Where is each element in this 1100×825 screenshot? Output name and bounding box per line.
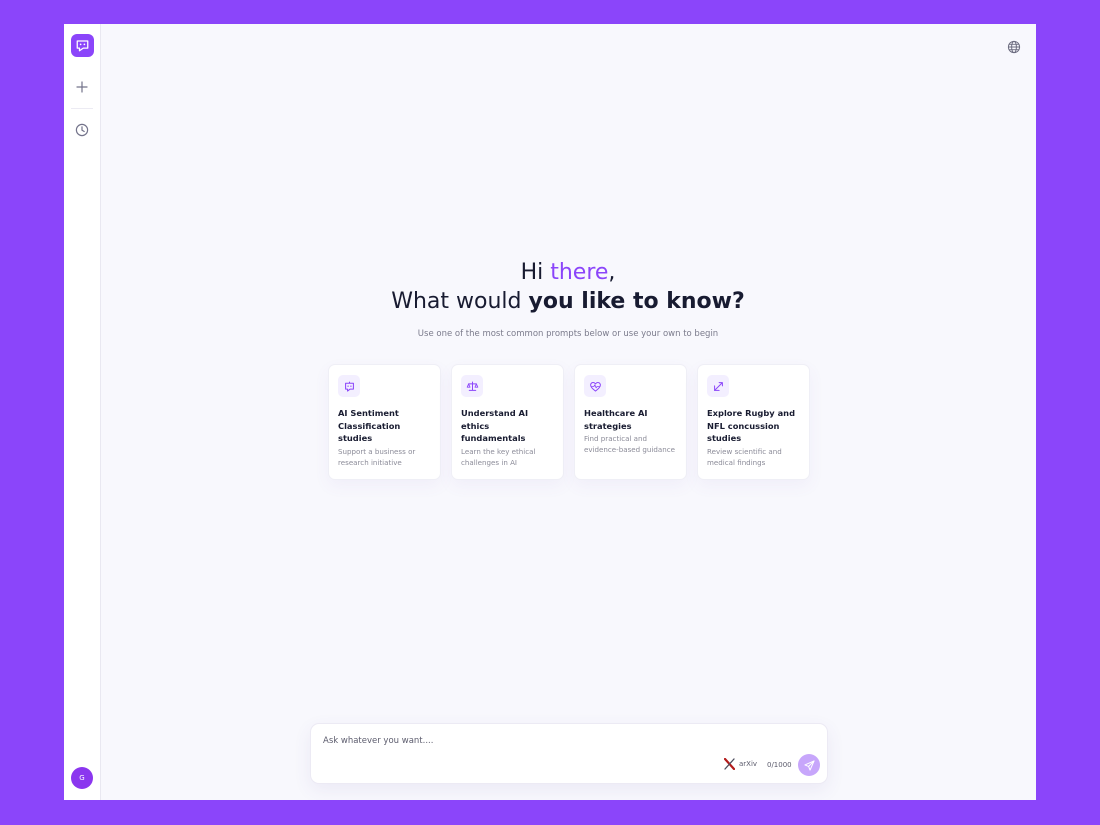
user-avatar[interactable]: G [71, 767, 93, 789]
scales-icon [461, 375, 483, 397]
prompt-card-description: Review scientific and medical findings [707, 446, 782, 467]
sidebar-divider [71, 108, 93, 109]
question-prefix: What would [391, 289, 529, 314]
plus-icon [76, 81, 88, 93]
prompt-card-sentiment[interactable]: AI Sentiment Classification studies Supp… [328, 364, 441, 480]
prompt-card-description: Find practical and evidence-based guidan… [584, 434, 675, 454]
greeting-accent: there [550, 260, 609, 285]
page-subtitle: Use one of the most common prompts below… [417, 329, 719, 339]
clock-icon [75, 123, 89, 137]
prompt-card-title: Healthcare AI strategies [584, 408, 648, 431]
prompt-cards: AI Sentiment Classification studies Supp… [328, 364, 810, 480]
send-button[interactable] [798, 754, 820, 776]
prompt-card-title: Understand AI ethics fundamentals [461, 408, 529, 443]
character-counter: 0/1000 [767, 761, 792, 769]
avatar-initial: G [79, 774, 85, 782]
chat-bot-icon [338, 375, 360, 397]
prompt-card-ethics[interactable]: Understand AI ethics fundamentals Learn … [451, 364, 564, 480]
greeting-suffix: , [608, 260, 616, 285]
arxiv-label: arXiv [739, 760, 758, 768]
prompt-card-title: Explore Rugby and NFL concussion studies [707, 408, 796, 443]
prompt-card-description: Support a business or research initiativ… [338, 446, 416, 467]
sidebar: G [64, 24, 101, 800]
prompt-card-healthcare[interactable]: Healthcare AI strategies Find practical … [574, 364, 687, 480]
prompt-card-description: Learn the key ethical challenges in AI [461, 446, 536, 467]
main-question: What would you like to know? [100, 287, 1036, 316]
globe-icon[interactable] [1007, 40, 1021, 54]
question-bold: you like to know? [528, 289, 745, 314]
message-composer: arXiv 0/1000 [310, 723, 828, 784]
arrows-icon [707, 375, 729, 397]
greeting: Hi there, [100, 258, 1036, 287]
welcome-section: Hi there, What would you like to know? U… [100, 258, 1036, 339]
history-button[interactable] [72, 120, 92, 140]
prompt-card-concussion[interactable]: Explore Rugby and NFL concussion studies… [697, 364, 810, 480]
greeting-prefix: Hi [520, 260, 551, 285]
message-input[interactable] [321, 735, 705, 747]
chat-bot-icon[interactable] [71, 34, 94, 57]
paper-plane-icon [803, 759, 815, 771]
heart-pulse-icon [584, 375, 606, 397]
arxiv-source-toggle[interactable]: arXiv [724, 758, 757, 770]
arxiv-logo-icon [724, 758, 735, 770]
prompt-card-title: AI Sentiment Classification studies [338, 408, 401, 443]
new-chat-button[interactable] [72, 77, 92, 97]
app-window: G Hi there, What would you like to know?… [64, 24, 1036, 800]
